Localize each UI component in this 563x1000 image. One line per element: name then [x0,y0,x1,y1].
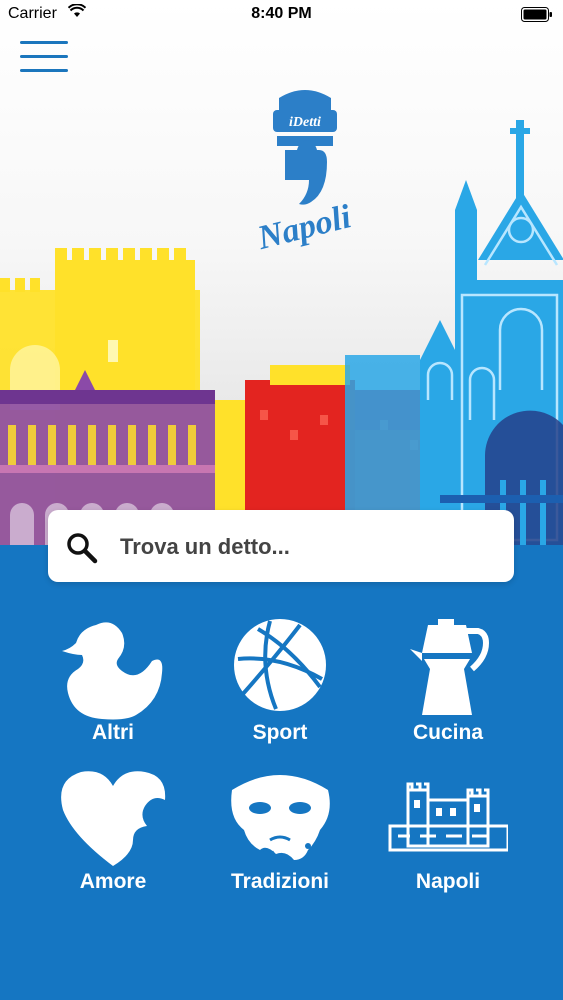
logo-bottom-text: Napoli [253,198,355,255]
basketball-icon [234,619,326,711]
category-label: Tradizioni [230,870,329,893]
category-label: Napoli [415,870,481,893]
category-amore[interactable]: Amore [38,770,188,920]
search-input[interactable] [118,528,502,566]
category-label: Cucina [412,721,483,744]
battery-icon [521,7,552,22]
clock: 8:40 PM [251,5,312,22]
search-bar[interactable] [48,510,514,582]
category-sport[interactable]: Sport [205,615,355,765]
category-altri[interactable]: Altri [38,615,188,765]
menu-line [20,41,68,44]
category-label: Amore [79,870,147,893]
app-screen: iDetti Napoli Carrier 8:40 PM Trova un d… [0,0,563,1000]
moka-pot-icon [410,619,490,715]
category-tradizioni[interactable]: Tradizioni [205,770,355,920]
mask-icon [231,775,330,860]
menu-line [20,69,68,72]
search-icon [67,533,98,564]
idetti-napoli-logo: iDetti Napoli [253,90,355,255]
menu-line [20,55,68,58]
hero-header: iDetti Napoli [0,0,563,545]
hamburger-menu-button[interactable] [20,40,70,76]
logo-top-text: iDetti [289,115,321,130]
castle-icon [388,782,508,852]
heart-icon [61,771,166,866]
category-label: Altri [92,721,134,744]
status-bar: Carrier 8:40 PM [0,0,563,30]
duck-icon [62,622,163,720]
category-napoli[interactable]: Napoli [373,770,523,920]
category-label: Sport [252,721,308,744]
category-cucina[interactable]: Cucina [373,615,523,765]
